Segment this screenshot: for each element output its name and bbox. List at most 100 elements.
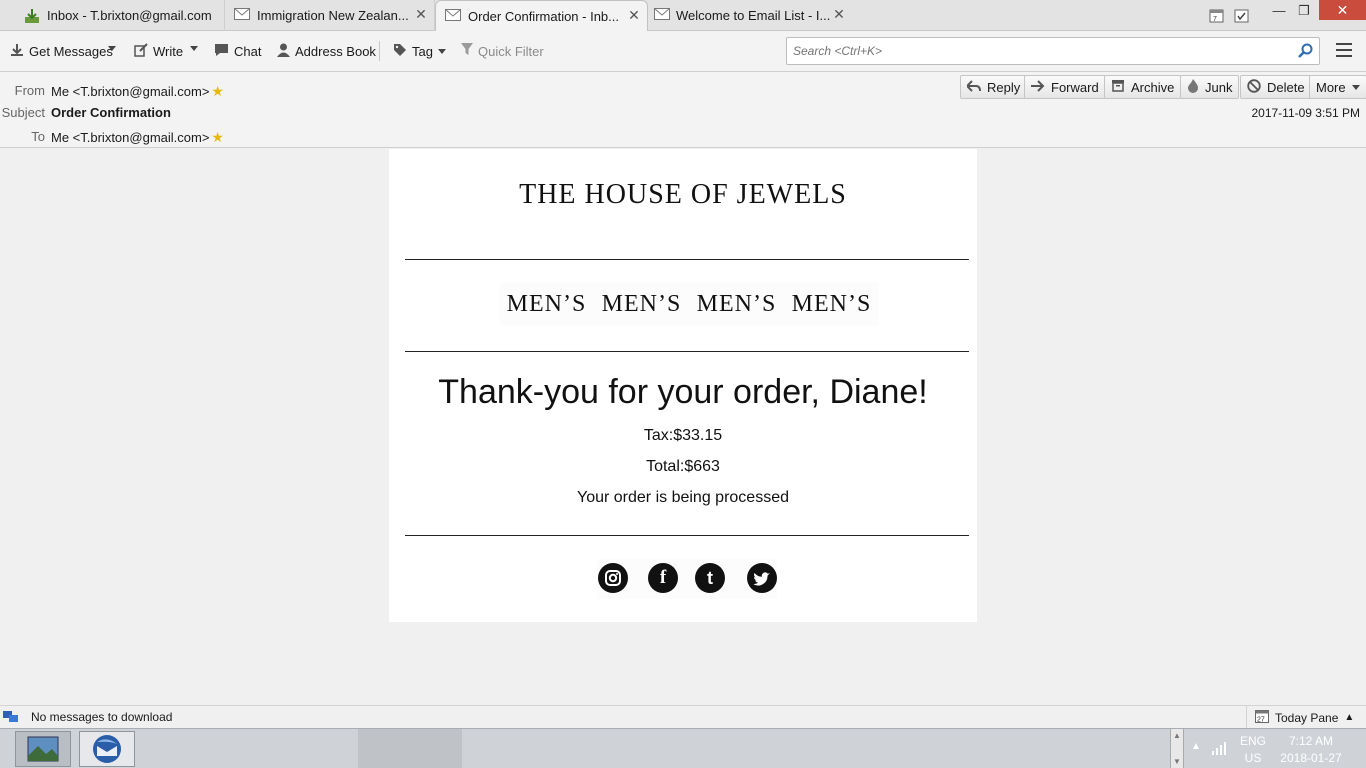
toolbar-separator xyxy=(379,41,380,61)
download-icon xyxy=(10,43,24,60)
delete-button[interactable]: Delete xyxy=(1240,75,1312,99)
search-input[interactable] xyxy=(793,38,1273,64)
close-window-button[interactable]: ✕ xyxy=(1319,0,1366,20)
more-button[interactable]: More xyxy=(1309,75,1366,99)
network-status-icon xyxy=(3,710,19,727)
message-body: THE HOUSE OF JEWELS MEN’S MEN’S MEN’S ME… xyxy=(0,149,1366,705)
chevron-down-icon[interactable] xyxy=(190,46,198,51)
email-content: THE HOUSE OF JEWELS MEN’S MEN’S MEN’S ME… xyxy=(389,149,977,622)
forward-button[interactable]: Forward xyxy=(1024,75,1106,99)
status-bar: No messages to download 27 Today Pane ▲ xyxy=(0,705,1366,729)
nav-link-mens[interactable]: MEN’S xyxy=(507,291,587,318)
chevron-down-icon xyxy=(437,48,446,54)
filter-icon xyxy=(461,43,473,59)
get-messages-button[interactable]: Get Messages xyxy=(10,41,113,61)
svg-text:7: 7 xyxy=(1213,16,1217,23)
chevron-down-icon xyxy=(1351,84,1360,90)
chat-button[interactable]: Chat xyxy=(214,41,261,61)
tab-label: Welcome to Email List - I... xyxy=(676,8,831,23)
today-pane-toggle[interactable]: 27 Today Pane ▲ xyxy=(1246,706,1366,729)
signal-icon[interactable] xyxy=(1212,741,1228,758)
close-icon[interactable]: ✕ xyxy=(414,7,428,21)
tag-label: Tag xyxy=(412,43,433,59)
facebook-icon[interactable]: f xyxy=(648,563,678,593)
address-book-button[interactable]: Address Book xyxy=(277,41,376,61)
nav-link-mens[interactable]: MEN’S xyxy=(697,291,777,318)
star-icon[interactable]: ★ xyxy=(211,129,224,145)
write-label: Write xyxy=(153,43,184,59)
nav-link-mens[interactable]: MEN’S xyxy=(602,291,682,318)
restore-button[interactable]: ❐ xyxy=(1289,0,1319,22)
chevron-up-icon: ▲ xyxy=(1344,712,1355,723)
brand-title[interactable]: THE HOUSE OF JEWELS xyxy=(389,179,977,211)
social-links: f t xyxy=(597,559,777,599)
junk-button[interactable]: Junk xyxy=(1180,75,1240,99)
category-nav: MEN’S MEN’S MEN’S MEN’S xyxy=(499,282,879,326)
today-pane-label: Today Pane xyxy=(1275,710,1339,725)
clock-time[interactable]: 7:12 AM xyxy=(1276,734,1346,748)
chevron-down-icon[interactable] xyxy=(108,46,116,51)
status-text: No messages to download xyxy=(31,710,173,724)
nav-link-mens[interactable]: MEN’S xyxy=(792,291,872,318)
thank-you-heading: Thank-you for your order, Diane! xyxy=(438,373,928,411)
inbox-download-icon xyxy=(24,8,40,23)
app-menu-icon[interactable] xyxy=(1336,43,1352,57)
taskbar-app-thunderbird[interactable] xyxy=(79,731,135,767)
archive-box-icon xyxy=(1111,79,1125,95)
from-address[interactable]: Me <T.brixton@gmail.com> xyxy=(51,84,209,99)
from-label: From xyxy=(14,83,45,98)
tab-order-confirmation[interactable]: Order Confirmation - Inb... ✕ xyxy=(435,0,648,32)
forward-arrow-icon xyxy=(1031,79,1045,95)
chevron-up-icon: ▲ xyxy=(1173,731,1181,740)
envelope-icon xyxy=(234,8,250,22)
write-button[interactable]: Write xyxy=(134,41,183,61)
tab-strip: Inbox - T.brixton@gmail.com Immigration … xyxy=(0,0,1366,32)
divider xyxy=(405,535,969,536)
twitter-icon[interactable] xyxy=(747,563,777,593)
tag-button[interactable]: Tag xyxy=(393,41,446,61)
to-address[interactable]: Me <T.brixton@gmail.com> xyxy=(51,130,209,145)
forward-label: Forward xyxy=(1051,79,1099,95)
tasks-icon[interactable] xyxy=(1234,8,1249,26)
calendar-icon[interactable]: 7 xyxy=(1209,8,1224,26)
reply-label: Reply xyxy=(987,79,1021,95)
clock-date[interactable]: 2018-01-27 xyxy=(1276,751,1346,765)
tab-label: Inbox - T.brixton@gmail.com xyxy=(47,8,212,23)
tumblr-icon[interactable]: t xyxy=(695,563,725,593)
divider xyxy=(405,259,969,260)
delete-label: Delete xyxy=(1267,79,1305,95)
tab-welcome[interactable]: Welcome to Email List - I... ✕ xyxy=(648,0,852,31)
archive-label: Archive xyxy=(1131,79,1175,95)
language-indicator[interactable]: ENG xyxy=(1236,734,1270,748)
star-icon[interactable]: ★ xyxy=(211,83,224,99)
close-icon[interactable]: ✕ xyxy=(627,8,641,22)
tab-inbox[interactable]: Inbox - T.brixton@gmail.com xyxy=(0,0,225,31)
address-book-label: Address Book xyxy=(295,43,376,59)
calendar-day: 27 xyxy=(1257,717,1265,724)
search-icon[interactable] xyxy=(1298,43,1313,61)
tab-immigration[interactable]: Immigration New Zealan... ✕ xyxy=(225,0,435,31)
get-messages-label: Get Messages xyxy=(29,43,113,59)
subject-value: Order Confirmation xyxy=(51,105,171,120)
tab-label: Order Confirmation - Inb... xyxy=(468,9,619,24)
message-date: 2017-11-09 3:51 PM xyxy=(1251,106,1360,120)
search-box[interactable] xyxy=(786,37,1320,65)
from-value[interactable]: Me <T.brixton@gmail.com> ★ xyxy=(51,83,224,100)
tab-label: Immigration New Zealan... xyxy=(257,8,409,23)
calendar-icon: 27 xyxy=(1255,709,1269,726)
tray-scroll[interactable]: ▲ ▼ xyxy=(1170,729,1184,768)
tax-amount: Tax:$33.15 xyxy=(643,427,723,444)
quick-filter-button[interactable]: Quick Filter xyxy=(461,41,544,61)
junk-label: Junk xyxy=(1205,79,1233,95)
reply-button[interactable]: Reply xyxy=(960,75,1028,99)
archive-button[interactable]: Archive xyxy=(1104,75,1182,99)
to-label: To xyxy=(31,129,45,144)
chevron-down-icon: ▼ xyxy=(1173,757,1181,766)
close-icon[interactable]: ✕ xyxy=(832,7,846,21)
region-indicator[interactable]: US xyxy=(1236,751,1270,765)
show-hidden-icons-icon[interactable]: ▲ xyxy=(1191,741,1201,752)
taskbar-app-photos[interactable] xyxy=(15,731,71,767)
envelope-icon xyxy=(654,8,670,22)
instagram-icon[interactable] xyxy=(598,563,628,593)
to-value[interactable]: Me <T.brixton@gmail.com> ★ xyxy=(51,129,224,146)
